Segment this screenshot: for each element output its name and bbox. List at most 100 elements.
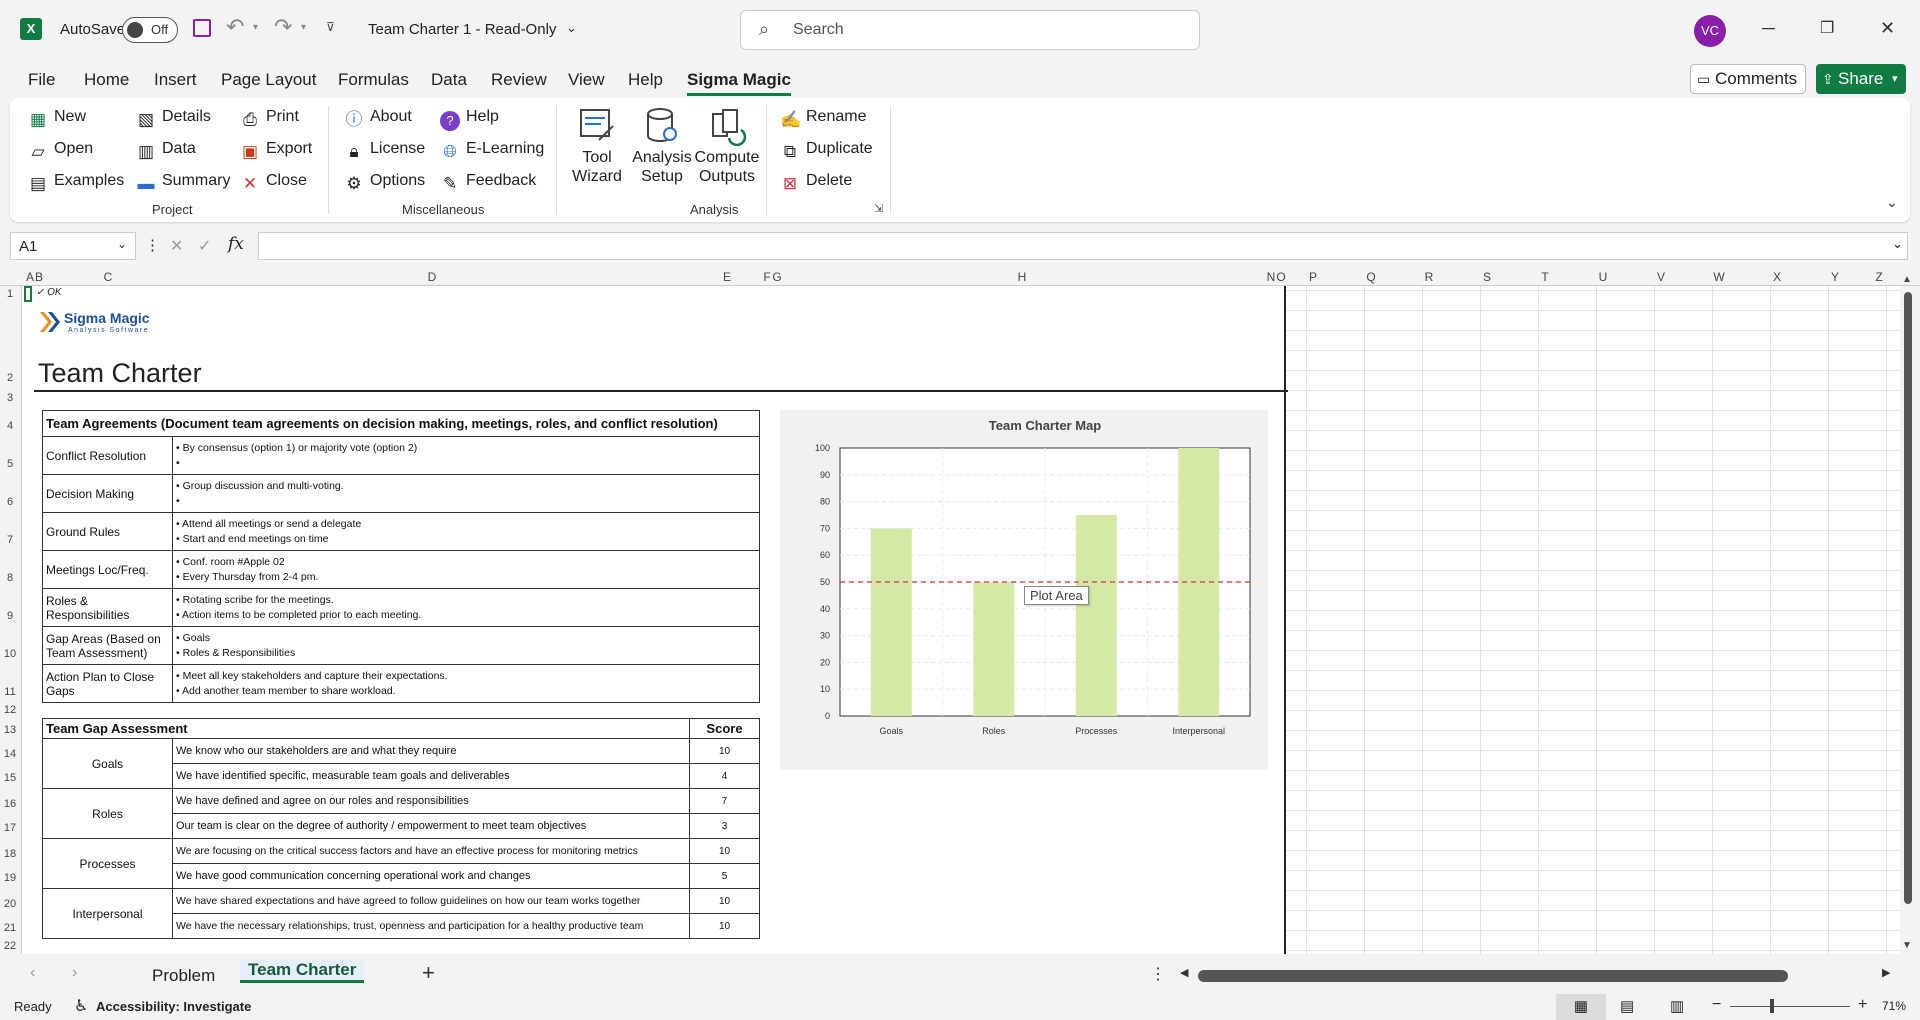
open-button[interactable]: ▱ Open [28, 140, 93, 162]
agreement-label[interactable]: Gap Areas (Based on Team Assessment) [42, 626, 173, 665]
row-header[interactable]: 3 [0, 392, 20, 404]
redo-dropdown-icon[interactable]: ▾ [301, 22, 306, 33]
assessment-item[interactable]: We have identified specific, measurable … [172, 763, 690, 789]
score-cell[interactable]: 4 [689, 763, 760, 789]
column-header[interactable]: S [1458, 270, 1516, 284]
column-header[interactable]: Y [1806, 270, 1864, 284]
score-cell[interactable]: 7 [689, 788, 760, 814]
save-icon[interactable] [193, 19, 211, 37]
agreement-label[interactable]: Decision Making [42, 474, 173, 513]
column-header[interactable]: V [1632, 270, 1690, 284]
menu-review[interactable]: Review [491, 70, 547, 90]
score-cell[interactable]: 5 [689, 863, 760, 889]
row-header[interactable]: 16 [0, 798, 20, 810]
confirm-entry-icon[interactable]: ✓ [198, 236, 211, 256]
title-dropdown-icon[interactable]: ⌄ [566, 20, 577, 36]
menu-sigma-magic[interactable]: Sigma Magic [687, 70, 791, 96]
data-button[interactable]: ▥ Data [136, 140, 196, 162]
comments-button[interactable]: ▭ Comments [1690, 64, 1806, 94]
redo-icon[interactable]: ↷ [274, 14, 292, 40]
details-button[interactable]: ▧ Details [136, 108, 211, 130]
row-header[interactable]: 5 [0, 458, 20, 470]
agreement-value[interactable]: • Goals • Roles & Responsibilities [172, 626, 760, 665]
assessment-group-label[interactable]: Goals [42, 738, 173, 789]
row-header[interactable]: 22 [0, 940, 20, 952]
license-button[interactable]: 🔒︎ License [344, 140, 425, 162]
assessment-item[interactable]: We have shared expectations and have agr… [172, 888, 690, 914]
dialog-launcher-icon[interactable]: ⇲ [874, 202, 883, 215]
row-header[interactable]: 18 [0, 848, 20, 860]
agreement-value[interactable]: • Conf. room #Apple 02 • Every Thursday f… [172, 550, 760, 589]
cancel-entry-icon[interactable]: ✕ [170, 236, 183, 256]
print-button[interactable]: ⎙ Print [240, 108, 299, 130]
column-header[interactable]: B [34, 270, 44, 284]
scroll-down-icon[interactable]: ▼ [1902, 940, 1912, 951]
assessment-item[interactable]: We have defined and agree on our roles a… [172, 788, 690, 814]
agreement-label[interactable]: Action Plan to Close Gaps [42, 664, 173, 703]
about-button[interactable]: ⓘ About [344, 108, 412, 130]
agreement-value[interactable]: • Rotating scribe for the meetings. • Act… [172, 588, 760, 627]
column-header[interactable]: C [44, 270, 172, 284]
summary-button[interactable]: ▬ Summary [136, 172, 231, 194]
column-header[interactable]: E [692, 270, 762, 284]
normal-view-icon[interactable]: ▦ [1556, 994, 1606, 1020]
more-tabs-icon[interactable]: ⋮ [1150, 964, 1166, 984]
assessment-item[interactable]: Our team is clear on the degree of autho… [172, 813, 690, 839]
score-cell[interactable]: 10 [689, 838, 760, 864]
score-cell[interactable]: 3 [689, 813, 760, 839]
tab-problem[interactable]: Problem [152, 966, 215, 986]
row-header[interactable]: 12 [0, 704, 20, 716]
row-header[interactable]: 9 [0, 610, 20, 622]
empty-grid-area[interactable] [1284, 286, 1900, 954]
assessment-group-label[interactable]: Roles [42, 788, 173, 839]
minimize-icon[interactable]: ─ [1762, 18, 1775, 39]
agreement-label[interactable]: Meetings Loc/Freq. [42, 550, 173, 589]
row-header[interactable]: 8 [0, 572, 20, 584]
agreement-label[interactable]: Conflict Resolution [42, 436, 173, 475]
zoom-in-icon[interactable]: + [1858, 996, 1867, 1014]
close-button[interactable]: ✕ Close [240, 172, 307, 194]
assessment-item[interactable]: We are focusing on the critical success … [172, 838, 690, 864]
active-cell[interactable] [24, 286, 32, 302]
duplicate-button[interactable]: ⧉ Duplicate [780, 140, 873, 162]
agreement-value[interactable]: • Attend all meetings or send a delegate… [172, 512, 760, 551]
share-button[interactable]: ⇪ Share ▾ [1816, 64, 1906, 94]
column-header[interactable]: F [762, 270, 772, 284]
column-header[interactable]: U [1574, 270, 1632, 284]
scroll-left-icon[interactable]: ◀ [1180, 966, 1188, 979]
menu-data[interactable]: Data [431, 70, 467, 90]
column-header[interactable]: D [172, 270, 692, 284]
name-box[interactable]: A1 ⌄ [10, 232, 136, 260]
elearning-button[interactable]: 🌐︎ E-Learning [440, 140, 544, 162]
vertical-scrollbar-thumb[interactable] [1904, 292, 1912, 904]
undo-icon[interactable]: ↶ [226, 14, 244, 40]
next-sheet-icon[interactable]: › [72, 964, 77, 982]
row-header[interactable]: 15 [0, 772, 20, 784]
restore-icon[interactable]: ❐ [1820, 18, 1834, 38]
row-header[interactable]: 1 [0, 288, 20, 300]
help-button[interactable]: ? Help [440, 108, 499, 131]
column-header[interactable]: A [26, 270, 34, 284]
name-box-dropdown-icon[interactable]: ⌄ [117, 237, 127, 251]
column-header[interactable]: P [1284, 270, 1342, 284]
document-title[interactable]: Team Charter 1 - Read-Only [368, 21, 556, 38]
row-header[interactable]: 20 [0, 898, 20, 910]
row-header[interactable]: 21 [0, 922, 20, 934]
more-options-icon[interactable]: ⋮ [145, 236, 160, 254]
tool-wizard-button[interactable]: Tool Wizard [564, 106, 630, 186]
score-cell[interactable]: 10 [689, 913, 760, 939]
row-header[interactable]: 17 [0, 822, 20, 834]
close-window-icon[interactable]: ✕ [1880, 18, 1895, 39]
zoom-out-icon[interactable]: − [1712, 996, 1721, 1014]
avatar[interactable]: VC [1694, 15, 1726, 47]
assessment-item[interactable]: We have the necessary relationships, tru… [172, 913, 690, 939]
function-icon[interactable]: fx [228, 234, 244, 254]
menu-file[interactable]: File [28, 70, 55, 90]
row-header[interactable]: 13 [0, 724, 20, 736]
rename-button[interactable]: ✍ Rename [780, 108, 866, 130]
scroll-up-icon[interactable]: ▲ [1902, 274, 1912, 285]
autosave-toggle[interactable]: Off [122, 17, 178, 43]
score-cell[interactable]: 10 [689, 888, 760, 914]
page-break-view-icon[interactable]: ▥ [1670, 997, 1684, 1015]
column-header[interactable]: N [1266, 270, 1276, 284]
